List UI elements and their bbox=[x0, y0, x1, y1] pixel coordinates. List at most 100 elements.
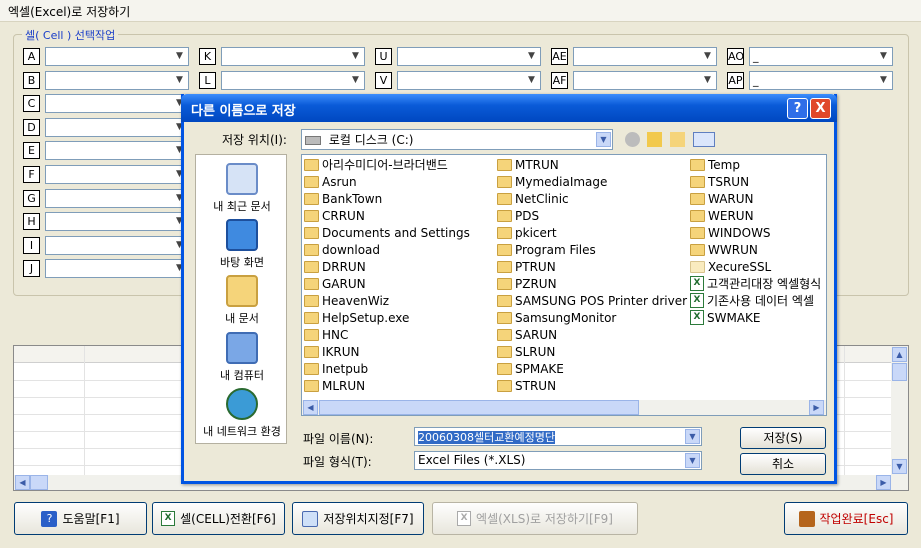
chevron-down-icon[interactable]: ▼ bbox=[685, 453, 700, 468]
new-folder-icon[interactable] bbox=[670, 132, 685, 147]
cell-combo[interactable]: ▼ bbox=[45, 188, 189, 208]
file-item[interactable]: MLRUN bbox=[304, 377, 365, 394]
up-folder-icon[interactable] bbox=[647, 132, 662, 147]
help-button[interactable]: ? 도움말[F1] bbox=[14, 502, 147, 535]
chevron-down-icon[interactable]: ▼ bbox=[876, 73, 891, 88]
cell-combo[interactable]: ▼ bbox=[45, 117, 189, 137]
file-item[interactable]: GARUN bbox=[304, 275, 366, 292]
scroll-left-icon[interactable]: ◀ bbox=[15, 475, 30, 490]
cell-combo[interactable]: ▼ bbox=[45, 165, 189, 184]
cell-combo[interactable]: ▼ bbox=[573, 70, 717, 90]
convert-cell-button[interactable]: X 셀(CELL)전환[F6] bbox=[152, 502, 285, 535]
file-item[interactable]: X 기존사용 데이터 엑셀 bbox=[690, 292, 814, 309]
file-item[interactable]: MymediaImage bbox=[497, 173, 607, 190]
grid-vertical-scrollbar[interactable]: ▲ ▼ bbox=[891, 346, 908, 490]
cell-combo[interactable]: ▼ bbox=[45, 70, 189, 90]
dialog-save-button[interactable]: 저장(S) bbox=[740, 427, 826, 449]
set-location-button[interactable]: 저장위치지정[F7] bbox=[292, 502, 424, 535]
hscroll-thumb[interactable] bbox=[319, 400, 639, 415]
file-item[interactable]: Temp bbox=[690, 156, 740, 173]
scroll-down-icon[interactable]: ▼ bbox=[892, 459, 907, 474]
file-item[interactable]: pkicert bbox=[497, 224, 557, 241]
file-item[interactable]: PZRUN bbox=[497, 275, 557, 292]
file-item[interactable]: IKRUN bbox=[304, 343, 360, 360]
file-item[interactable]: STRUN bbox=[497, 377, 556, 394]
place-desktop[interactable]: 바탕 화면 bbox=[196, 219, 288, 270]
file-item[interactable]: HeavenWiz bbox=[304, 292, 389, 309]
file-item[interactable]: 아리수미디어-브라더밴드 bbox=[304, 156, 448, 173]
chevron-down-icon[interactable]: ▼ bbox=[524, 73, 539, 88]
chevron-down-icon[interactable]: ▼ bbox=[172, 49, 187, 64]
chevron-down-icon[interactable]: ▼ bbox=[685, 429, 700, 444]
cell-combo[interactable]: ▼ bbox=[45, 47, 189, 66]
cell-combo[interactable]: ▼ _ bbox=[749, 47, 893, 66]
file-item[interactable]: HNC bbox=[304, 326, 348, 343]
place-network[interactable]: 내 네트워크 환경 bbox=[196, 388, 288, 439]
chevron-down-icon[interactable]: ▼ bbox=[876, 49, 891, 64]
file-item[interactable]: Asrun bbox=[304, 173, 357, 190]
chevron-down-icon[interactable]: ▼ bbox=[172, 73, 187, 88]
dialog-cancel-button[interactable]: 취소 bbox=[740, 453, 826, 475]
file-item[interactable]: WERUN bbox=[690, 207, 754, 224]
file-item[interactable]: WWRUN bbox=[690, 241, 758, 258]
scroll-right-icon[interactable]: ▶ bbox=[876, 475, 891, 490]
file-item[interactable]: TSRUN bbox=[690, 173, 749, 190]
cell-combo[interactable]: ▼ bbox=[221, 47, 365, 66]
file-item[interactable]: DRRUN bbox=[304, 258, 366, 275]
file-item[interactable]: SLRUN bbox=[497, 343, 555, 360]
cell-combo[interactable]: ▼ _ bbox=[749, 70, 893, 90]
chevron-down-icon[interactable]: ▼ bbox=[524, 49, 539, 64]
chevron-down-icon[interactable]: ▼ bbox=[348, 49, 363, 64]
cell-combo[interactable]: ▼ bbox=[45, 259, 189, 279]
file-item[interactable]: HelpSetup.exe bbox=[304, 309, 409, 326]
file-item[interactable]: XecureSSL bbox=[690, 258, 771, 275]
file-item[interactable]: CRRUN bbox=[304, 207, 365, 224]
file-item[interactable]: PDS bbox=[497, 207, 539, 224]
view-menu-icon[interactable] bbox=[693, 132, 715, 147]
save-excel-button[interactable]: X 엑셀(XLS)로 저장하기[F9] bbox=[432, 502, 638, 535]
chevron-down-icon[interactable]: ▼ bbox=[596, 132, 611, 147]
file-item[interactable]: Inetpub bbox=[304, 360, 368, 377]
file-item[interactable]: NetClinic bbox=[497, 190, 569, 207]
cell-combo[interactable]: ▼ bbox=[45, 141, 189, 161]
scroll-left-icon[interactable]: ◀ bbox=[303, 400, 318, 415]
file-list[interactable]: 아리수미디어-브라더밴드 Asrun BankTown CRRUN Documents … bbox=[301, 154, 827, 416]
finish-button[interactable]: 작업완료[Esc] bbox=[784, 502, 908, 535]
file-item[interactable]: MTRUN bbox=[497, 156, 559, 173]
file-item[interactable]: PTRUN bbox=[497, 258, 556, 275]
cell-combo[interactable]: ▼ bbox=[45, 212, 189, 232]
chevron-down-icon[interactable]: ▼ bbox=[700, 49, 715, 64]
place-recent[interactable]: 내 최근 문서 bbox=[196, 163, 288, 214]
scroll-up-icon[interactable]: ▲ bbox=[892, 347, 907, 362]
scroll-thumb[interactable] bbox=[892, 363, 907, 381]
file-list-hscroll[interactable]: ◀ ▶ bbox=[302, 400, 826, 415]
cell-combo[interactable]: ▼ bbox=[573, 47, 717, 66]
cell-combo[interactable]: ▼ bbox=[45, 94, 189, 114]
file-item[interactable]: X 고객관리대장 엑셀형식 bbox=[690, 275, 821, 292]
file-item[interactable]: WARUN bbox=[690, 190, 754, 207]
cell-combo[interactable]: ▼ bbox=[397, 70, 541, 90]
close-icon[interactable]: X bbox=[810, 98, 831, 119]
save-in-select[interactable]: 로컬 디스크 (C:) ▼ bbox=[301, 129, 613, 150]
chevron-down-icon[interactable]: ▼ bbox=[348, 73, 363, 88]
file-item[interactable]: SPMAKE bbox=[497, 360, 564, 377]
file-item[interactable]: Documents and Settings bbox=[304, 224, 470, 241]
help-icon[interactable]: ? bbox=[787, 98, 808, 119]
cell-combo[interactable]: ▼ bbox=[221, 70, 365, 90]
file-item[interactable]: SARUN bbox=[497, 326, 557, 343]
cell-combo[interactable]: ▼ bbox=[45, 235, 189, 255]
file-item[interactable]: BankTown bbox=[304, 190, 382, 207]
file-item[interactable]: X SWMAKE bbox=[690, 309, 761, 326]
file-item[interactable]: WINDOWS bbox=[690, 224, 771, 241]
back-icon[interactable] bbox=[625, 132, 640, 147]
filetype-select[interactable]: Excel Files (*.XLS) ▼ bbox=[414, 451, 702, 470]
chevron-down-icon[interactable]: ▼ bbox=[700, 73, 715, 88]
file-item[interactable]: download bbox=[304, 241, 380, 258]
hscroll-thumb[interactable] bbox=[30, 475, 48, 490]
file-item[interactable]: SamsungMonitor bbox=[497, 309, 616, 326]
file-item[interactable]: SAMSUNG POS Printer driver bbox=[497, 292, 687, 309]
place-my-computer[interactable]: 내 컴퓨터 bbox=[196, 332, 288, 383]
scroll-right-icon[interactable]: ▶ bbox=[809, 400, 824, 415]
filename-input[interactable]: 20060308셀터교환예정명단 ▼ bbox=[414, 427, 702, 446]
place-my-documents[interactable]: 내 문서 bbox=[196, 275, 288, 326]
